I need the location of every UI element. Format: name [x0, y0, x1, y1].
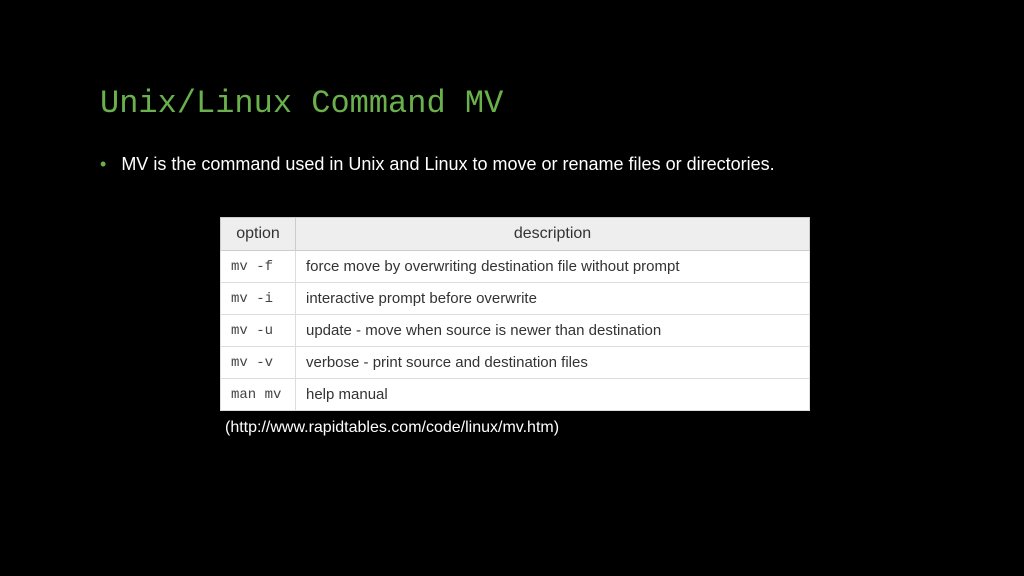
slide-title: Unix/Linux Command MV	[100, 85, 924, 122]
table-wrapper: option description mv -f force move by o…	[220, 217, 844, 411]
cell-option: mv -f	[221, 251, 296, 283]
table-row: mv -f force move by overwriting destinat…	[221, 251, 810, 283]
cell-description: verbose - print source and destination f…	[296, 347, 810, 379]
cell-description: help manual	[296, 379, 810, 411]
cell-option: mv -i	[221, 283, 296, 315]
bullet-icon: •	[100, 152, 106, 177]
options-table: option description mv -f force move by o…	[220, 217, 810, 411]
citation: (http://www.rapidtables.com/code/linux/m…	[225, 419, 924, 437]
table-row: man mv help manual	[221, 379, 810, 411]
header-option: option	[221, 218, 296, 251]
bullet-text: MV is the command used in Unix and Linux…	[121, 152, 774, 177]
table-row: mv -u update - move when source is newer…	[221, 315, 810, 347]
cell-option: mv -v	[221, 347, 296, 379]
cell-description: force move by overwriting destination fi…	[296, 251, 810, 283]
cell-option: man mv	[221, 379, 296, 411]
table-row: mv -i interactive prompt before overwrit…	[221, 283, 810, 315]
bullet-item: • MV is the command used in Unix and Lin…	[100, 152, 924, 177]
cell-description: update - move when source is newer than …	[296, 315, 810, 347]
table-header-row: option description	[221, 218, 810, 251]
cell-description: interactive prompt before overwrite	[296, 283, 810, 315]
cell-option: mv -u	[221, 315, 296, 347]
header-description: description	[296, 218, 810, 251]
table-row: mv -v verbose - print source and destina…	[221, 347, 810, 379]
slide: Unix/Linux Command MV • MV is the comman…	[0, 0, 1024, 477]
